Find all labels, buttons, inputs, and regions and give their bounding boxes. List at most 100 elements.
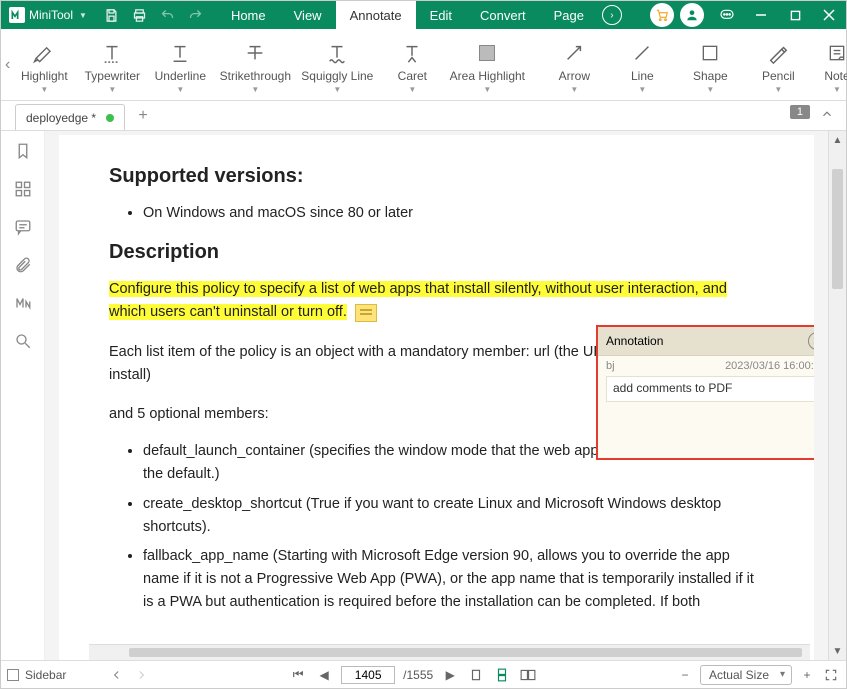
maximize-button[interactable] xyxy=(778,1,812,29)
zoom-in-button[interactable]: + xyxy=(798,666,816,684)
scroll-up-icon[interactable]: ▲ xyxy=(829,131,846,149)
ocr-icon[interactable] xyxy=(13,293,33,313)
label: Arrow xyxy=(559,69,590,83)
tab-convert[interactable]: Convert xyxy=(466,1,540,29)
document-viewport[interactable]: Supported versions: On Windows and macOS… xyxy=(45,131,828,660)
app-dropdown-icon[interactable]: ▼ xyxy=(79,11,87,20)
label: Caret xyxy=(398,69,427,83)
tool-underline[interactable]: Underline▼ xyxy=(146,37,214,93)
tool-arrow[interactable]: Arrow▼ xyxy=(540,37,608,93)
title-bar: MiniTool ▼ Home View Annotate Edit Conve… xyxy=(1,1,846,29)
feedback-button[interactable] xyxy=(710,1,744,29)
cart-button[interactable] xyxy=(650,3,674,27)
annotation-author: bj xyxy=(606,360,615,372)
fullscreen-button[interactable] xyxy=(822,666,840,684)
redo-button[interactable] xyxy=(183,2,209,28)
label: Area Highlight xyxy=(450,69,525,83)
document-tabs: deployedge * + 1 xyxy=(1,101,846,131)
zoom-select[interactable]: Actual Size xyxy=(700,665,792,685)
view-facing-icon[interactable] xyxy=(519,666,537,684)
label: Underline xyxy=(155,69,206,83)
list-item: create_desktop_shortcut (True if you wan… xyxy=(143,493,764,539)
print-button[interactable] xyxy=(127,2,153,28)
annotation-popup[interactable]: Annotation ✕ bj 2023/03/16 16:00:37 add … xyxy=(596,325,814,460)
zoom-label: Actual Size xyxy=(709,668,769,682)
tab-home[interactable]: Home xyxy=(217,1,280,29)
sidebar-checkbox[interactable] xyxy=(7,669,19,681)
tool-shape[interactable]: Shape▼ xyxy=(676,37,744,93)
close-button[interactable] xyxy=(812,1,846,29)
page-total: /1555 xyxy=(403,668,433,682)
new-tab-button[interactable]: + xyxy=(131,104,155,128)
app-name: MiniTool xyxy=(29,8,73,22)
save-button[interactable] xyxy=(99,2,125,28)
label: Highlight xyxy=(21,69,68,83)
next-page-button[interactable]: ▶ xyxy=(441,666,459,684)
scrollbar-thumb[interactable] xyxy=(832,169,843,289)
first-page-button[interactable]: ⏮ xyxy=(289,666,307,684)
annotation-timestamp: 2023/03/16 16:00:37 xyxy=(725,360,814,372)
tab-view[interactable]: View xyxy=(280,1,336,29)
undo-button[interactable] xyxy=(155,2,181,28)
label: Pencil xyxy=(762,69,795,83)
thumbnails-icon[interactable] xyxy=(13,179,33,199)
scroll-down-icon[interactable]: ▼ xyxy=(829,642,846,660)
view-single-icon[interactable] xyxy=(467,666,485,684)
ribbon: ‹ Highlight▼ Typewriter▼ Underline▼ Stri… xyxy=(1,29,846,101)
nav-forward-button[interactable] xyxy=(132,666,150,684)
attachments-icon[interactable] xyxy=(13,255,33,275)
app-logo: MiniTool ▼ xyxy=(1,7,95,23)
comments-icon[interactable] xyxy=(13,217,33,237)
more-tabs-icon[interactable]: › xyxy=(602,5,622,25)
tool-pencil[interactable]: Pencil▼ xyxy=(744,37,812,93)
page-badge: 1 xyxy=(790,105,810,119)
account-button[interactable] xyxy=(680,3,704,27)
app-logo-icon xyxy=(9,7,25,23)
page-number-input[interactable] xyxy=(341,666,395,684)
highlighted-text[interactable]: Configure this policy to specify a list … xyxy=(109,281,727,320)
label: Strikethrough xyxy=(220,69,291,83)
heading-description: Description xyxy=(109,241,764,264)
document-tab-label: deployedge * xyxy=(26,111,96,125)
label: Shape xyxy=(693,69,728,83)
annotation-close-button[interactable]: ✕ xyxy=(808,332,814,350)
collapse-ribbon-icon[interactable] xyxy=(820,107,834,121)
tab-page[interactable]: Page xyxy=(540,1,598,29)
tool-typewriter[interactable]: Typewriter▼ xyxy=(78,37,146,93)
tool-caret[interactable]: Caret▼ xyxy=(378,37,446,93)
tool-squiggly[interactable]: Squiggly Line▼ xyxy=(296,37,378,93)
tool-highlight[interactable]: Highlight▼ xyxy=(10,37,78,93)
list-item: On Windows and macOS since 80 or later xyxy=(143,202,764,225)
pdf-page: Supported versions: On Windows and macOS… xyxy=(59,135,814,660)
tool-strikethrough[interactable]: Strikethrough▼ xyxy=(214,37,296,93)
tool-area-highlight[interactable]: Area Highlight▼ xyxy=(446,37,528,93)
document-tab[interactable]: deployedge * xyxy=(15,104,125,130)
main-area: Supported versions: On Windows and macOS… xyxy=(1,131,846,660)
label: Line xyxy=(631,69,654,83)
tool-line[interactable]: Line▼ xyxy=(608,37,676,93)
bookmarks-icon[interactable] xyxy=(13,141,33,161)
status-bar: Sidebar ⏮ ◀ /1555 ▶ − Actual Size + xyxy=(1,660,846,688)
zoom-out-button[interactable]: − xyxy=(676,666,694,684)
tool-note[interactable]: Note▼ xyxy=(824,37,847,93)
tab-edit[interactable]: Edit xyxy=(416,1,466,29)
sidebar-label[interactable]: Sidebar xyxy=(25,668,66,682)
label: Note xyxy=(824,69,847,83)
unsaved-indicator-icon xyxy=(106,114,114,122)
nav-back-button[interactable] xyxy=(108,666,126,684)
view-continuous-icon[interactable] xyxy=(493,666,511,684)
note-annotation-icon[interactable] xyxy=(355,304,377,322)
horizontal-scrollbar[interactable] xyxy=(89,644,810,660)
annotation-text[interactable]: add comments to PDF xyxy=(606,376,814,402)
titlebar-right xyxy=(650,1,846,29)
tab-annotate[interactable]: Annotate xyxy=(336,1,416,29)
label: Squiggly Line xyxy=(301,69,373,83)
heading-supported: Supported versions: xyxy=(109,165,764,188)
search-icon[interactable] xyxy=(13,331,33,351)
vertical-scrollbar[interactable]: ▲ ▼ xyxy=(828,131,846,660)
minimize-button[interactable] xyxy=(744,1,778,29)
list-item: fallback_app_name (Starting with Microso… xyxy=(143,545,764,615)
annotation-title: Annotation xyxy=(606,334,663,348)
prev-page-button[interactable]: ◀ xyxy=(315,666,333,684)
label: Typewriter xyxy=(85,69,140,83)
